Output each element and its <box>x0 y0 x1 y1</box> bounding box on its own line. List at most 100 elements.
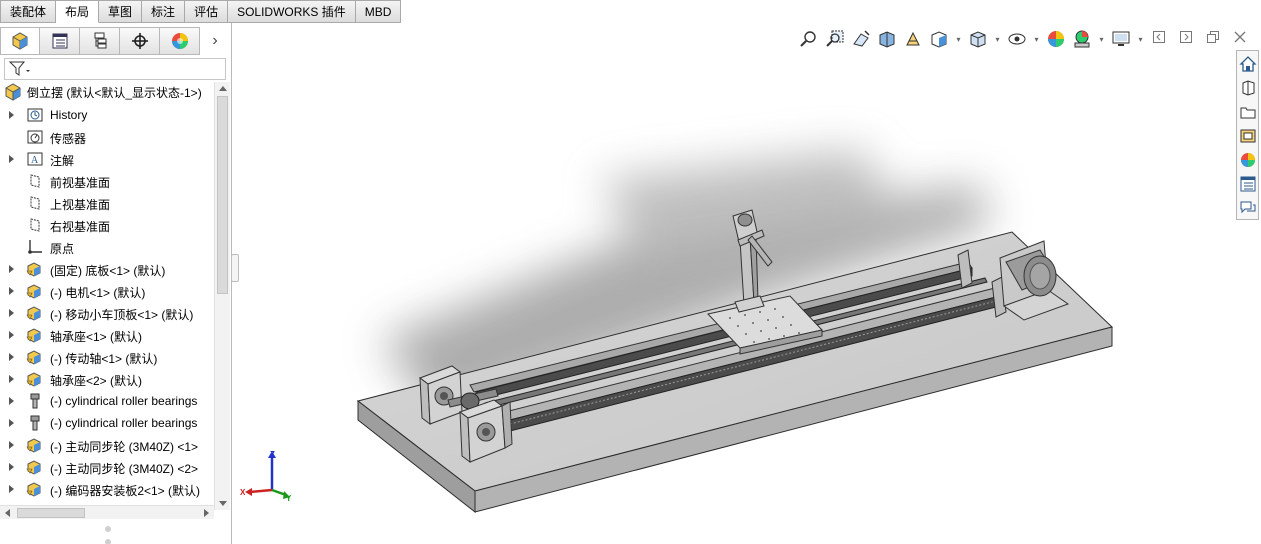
tree-item[interactable]: (-) cylindrical roller bearings <box>0 390 214 412</box>
tree-item[interactable]: (-) 传动轴<1> (默认) <box>0 346 214 368</box>
scroll-down-icon[interactable] <box>219 501 227 506</box>
scroll-left-icon[interactable] <box>5 509 10 517</box>
tree-item[interactable]: 轴承座<1> (默认) <box>0 324 214 346</box>
tab-mbd[interactable]: MBD <box>355 0 402 23</box>
previous-view-icon[interactable] <box>850 29 872 49</box>
scroll-right-icon[interactable] <box>204 509 209 517</box>
tree-item[interactable]: (-) cylindrical roller bearings <box>0 412 214 434</box>
part-icon <box>26 459 44 475</box>
design-library-icon[interactable] <box>1237 77 1258 99</box>
tree-item[interactable]: 右视基准面 <box>0 214 214 236</box>
tree-item[interactable]: 原点 <box>0 236 214 258</box>
tree-item-label: (-) 主动同步轮 (3M40Z) <1> <box>50 440 199 454</box>
view-orientation-icon[interactable] <box>928 29 950 49</box>
tree-filter[interactable] <box>4 58 226 80</box>
scrollbar-thumb[interactable] <box>217 96 228 294</box>
part-icon <box>26 481 44 497</box>
dropdown-arrow-icon[interactable]: ▾ <box>954 29 963 49</box>
expand-arrow-icon[interactable] <box>9 485 14 493</box>
display-style-icon[interactable] <box>967 29 989 49</box>
tree-item[interactable]: (-) 主动同步轮 (3M40Z) <1> <box>0 434 214 456</box>
expand-arrow-icon[interactable] <box>9 397 14 405</box>
tab-markup[interactable]: 标注 <box>142 0 186 23</box>
dropdown-arrow-icon[interactable]: ▾ <box>1136 29 1145 49</box>
expand-arrow-icon[interactable] <box>9 331 14 339</box>
dropdown-arrow-icon[interactable]: ▾ <box>1097 29 1106 49</box>
tree-horizontal-scrollbar[interactable] <box>0 505 214 519</box>
tree-item-label: (-) 主动同步轮 (3M40Z) <2> <box>50 462 199 476</box>
expand-arrow-icon[interactable] <box>9 111 14 119</box>
dropdown-arrow-icon[interactable]: ▾ <box>993 29 1002 49</box>
property-manager-icon[interactable] <box>40 27 80 55</box>
tree-item[interactable]: (-) 电机<1> (默认) <box>0 280 214 302</box>
tab-sketch[interactable]: 草图 <box>99 0 143 23</box>
tree-item[interactable]: 上视基准面 <box>0 192 214 214</box>
display-manager-icon[interactable] <box>160 27 200 55</box>
heads-up-view-toolbar: ▾ ▾ ▾ ▾ ▾ <box>798 29 1145 49</box>
tree-item[interactable]: (-) 主动同步轮 (3M40Z) <2> <box>0 456 214 478</box>
expand-arrow-icon[interactable] <box>9 265 14 273</box>
panel-grip-icon[interactable] <box>105 526 111 532</box>
restore-left-icon[interactable] <box>1152 30 1166 44</box>
restore-window-icon[interactable] <box>1206 30 1220 44</box>
model-viewport-canvas[interactable] <box>232 23 1261 544</box>
zoom-to-fit-icon[interactable] <box>798 29 820 49</box>
custom-properties-icon[interactable] <box>1237 173 1258 195</box>
scrollbar-thumb[interactable] <box>17 508 85 518</box>
restore-right-icon[interactable] <box>1179 30 1193 44</box>
file-explorer-icon[interactable] <box>1237 101 1258 123</box>
expand-arrow-icon[interactable] <box>9 419 14 427</box>
dropdown-arrow-icon[interactable]: ▾ <box>1032 29 1041 49</box>
dynamic-annotation-icon[interactable] <box>902 29 924 49</box>
panel-grip-icon[interactable] <box>105 539 111 544</box>
tree-item[interactable]: 前视基准面 <box>0 170 214 192</box>
tree-item-label: (固定) 底板<1> (默认) <box>50 264 166 278</box>
tree-item[interactable]: (-) 编码器安装板2<1> (默认) <box>0 478 214 500</box>
expand-arrow-icon[interactable] <box>9 441 14 449</box>
part-icon <box>26 261 44 277</box>
part-icon <box>26 327 44 343</box>
edit-appearance-icon[interactable] <box>1045 29 1067 49</box>
expand-arrow-icon[interactable] <box>9 463 14 471</box>
tree-item[interactable]: 轴承座<2> (默认) <box>0 368 214 390</box>
plane-icon <box>26 195 44 211</box>
tab-evaluate[interactable]: 评估 <box>185 0 229 23</box>
tab-assembly[interactable]: 装配体 <box>0 0 57 23</box>
dimxpert-icon[interactable] <box>120 27 160 55</box>
view-palette-icon[interactable] <box>1237 125 1258 147</box>
tree-item[interactable]: (-) 移动小车顶板<1> (默认) <box>0 302 214 324</box>
forum-icon[interactable] <box>1237 197 1258 219</box>
chevron-right-icon[interactable]: › <box>200 27 230 55</box>
panel-collapse-handle[interactable] <box>231 254 239 282</box>
tab-layout[interactable]: 布局 <box>56 0 100 23</box>
tree-item[interactable]: (固定) 底板<1> (默认) <box>0 258 214 280</box>
expand-arrow-icon[interactable] <box>9 155 14 163</box>
part-icon <box>26 371 44 387</box>
expand-arrow-icon[interactable] <box>9 375 14 383</box>
graphics-area[interactable]: ▾ ▾ ▾ ▾ ▾ Z X Y <box>232 23 1261 544</box>
expand-arrow-icon[interactable] <box>9 353 14 361</box>
feature-manager-tabs: › <box>0 27 231 55</box>
tree-item[interactable]: A 注解 <box>0 148 214 170</box>
home-icon[interactable] <box>1237 53 1258 75</box>
filter-icon[interactable] <box>8 60 32 78</box>
tab-solidworks-addins[interactable]: SOLIDWORKS 插件 <box>228 0 356 23</box>
scroll-up-icon[interactable] <box>219 86 227 91</box>
tree-item-label: (-) cylindrical roller bearings <box>50 394 198 408</box>
view-settings-icon[interactable] <box>1110 29 1132 49</box>
apply-scene-icon[interactable] <box>1071 29 1093 49</box>
close-icon[interactable] <box>1233 30 1247 44</box>
tree-item[interactable]: 传感器 <box>0 126 214 148</box>
tree-root-assembly[interactable]: 倒立摆 (默认<默认_显示状态-1>) <box>4 82 202 102</box>
expand-arrow-icon[interactable] <box>9 287 14 295</box>
configuration-manager-icon[interactable] <box>80 27 120 55</box>
tree-vertical-scrollbar[interactable] <box>214 82 230 510</box>
section-view-icon[interactable] <box>876 29 898 49</box>
zoom-to-area-icon[interactable] <box>824 29 846 49</box>
hide-show-items-icon[interactable] <box>1006 29 1028 49</box>
tree-item[interactable]: History <box>0 104 214 126</box>
expand-arrow-icon[interactable] <box>9 309 14 317</box>
featuremanager-tree-icon[interactable] <box>0 27 40 55</box>
appearances-icon[interactable] <box>1237 149 1258 171</box>
sensor-icon <box>26 129 44 145</box>
